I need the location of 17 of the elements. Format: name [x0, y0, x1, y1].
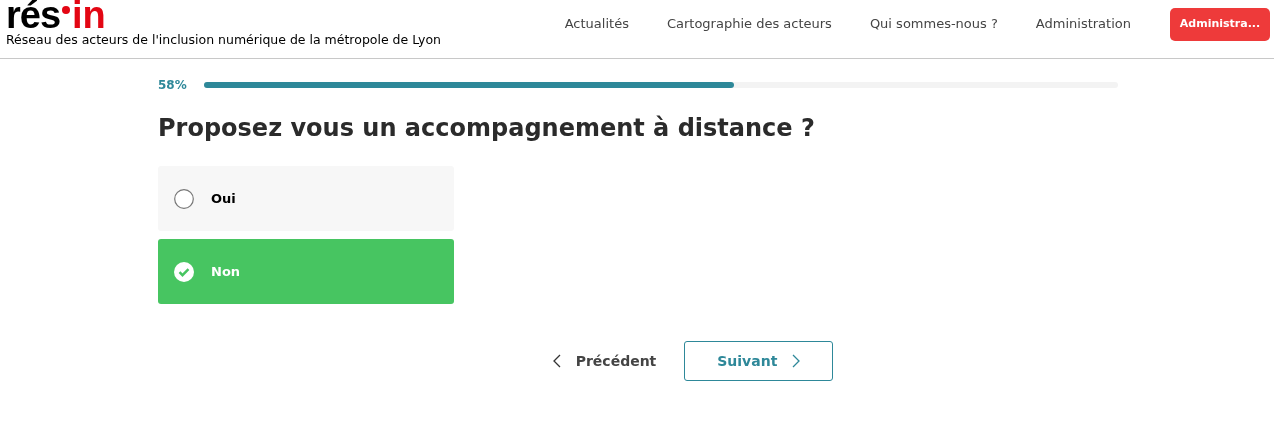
- logo-dot-icon: [62, 6, 71, 14]
- nav-link[interactable]: Cartographie des acteurs: [666, 14, 832, 34]
- logo-text: in: [72, 0, 106, 30]
- next-button[interactable]: Suivant: [684, 341, 834, 381]
- previous-button[interactable]: Précédent: [552, 341, 657, 381]
- account-button[interactable]: Administra...: [1170, 7, 1270, 41]
- chevron-right-icon: [792, 354, 801, 368]
- chevron-left-icon: [552, 354, 561, 368]
- nav-link[interactable]: Qui sommes-nous ?: [869, 14, 998, 34]
- answer-option[interactable]: Oui: [158, 166, 454, 231]
- check-circle-icon: [174, 261, 194, 282]
- logo-text: rés: [6, 0, 61, 30]
- radio-icon: [174, 188, 194, 209]
- question-title: Proposez vous un accompagnement à distance ?: [158, 113, 816, 144]
- nav-link[interactable]: Actualités: [564, 14, 629, 34]
- nav-link[interactable]: Administration: [1035, 14, 1131, 34]
- tagline: Réseau des acteurs de l'inclusion numérique de la métropole de Lyon: [6, 32, 441, 48]
